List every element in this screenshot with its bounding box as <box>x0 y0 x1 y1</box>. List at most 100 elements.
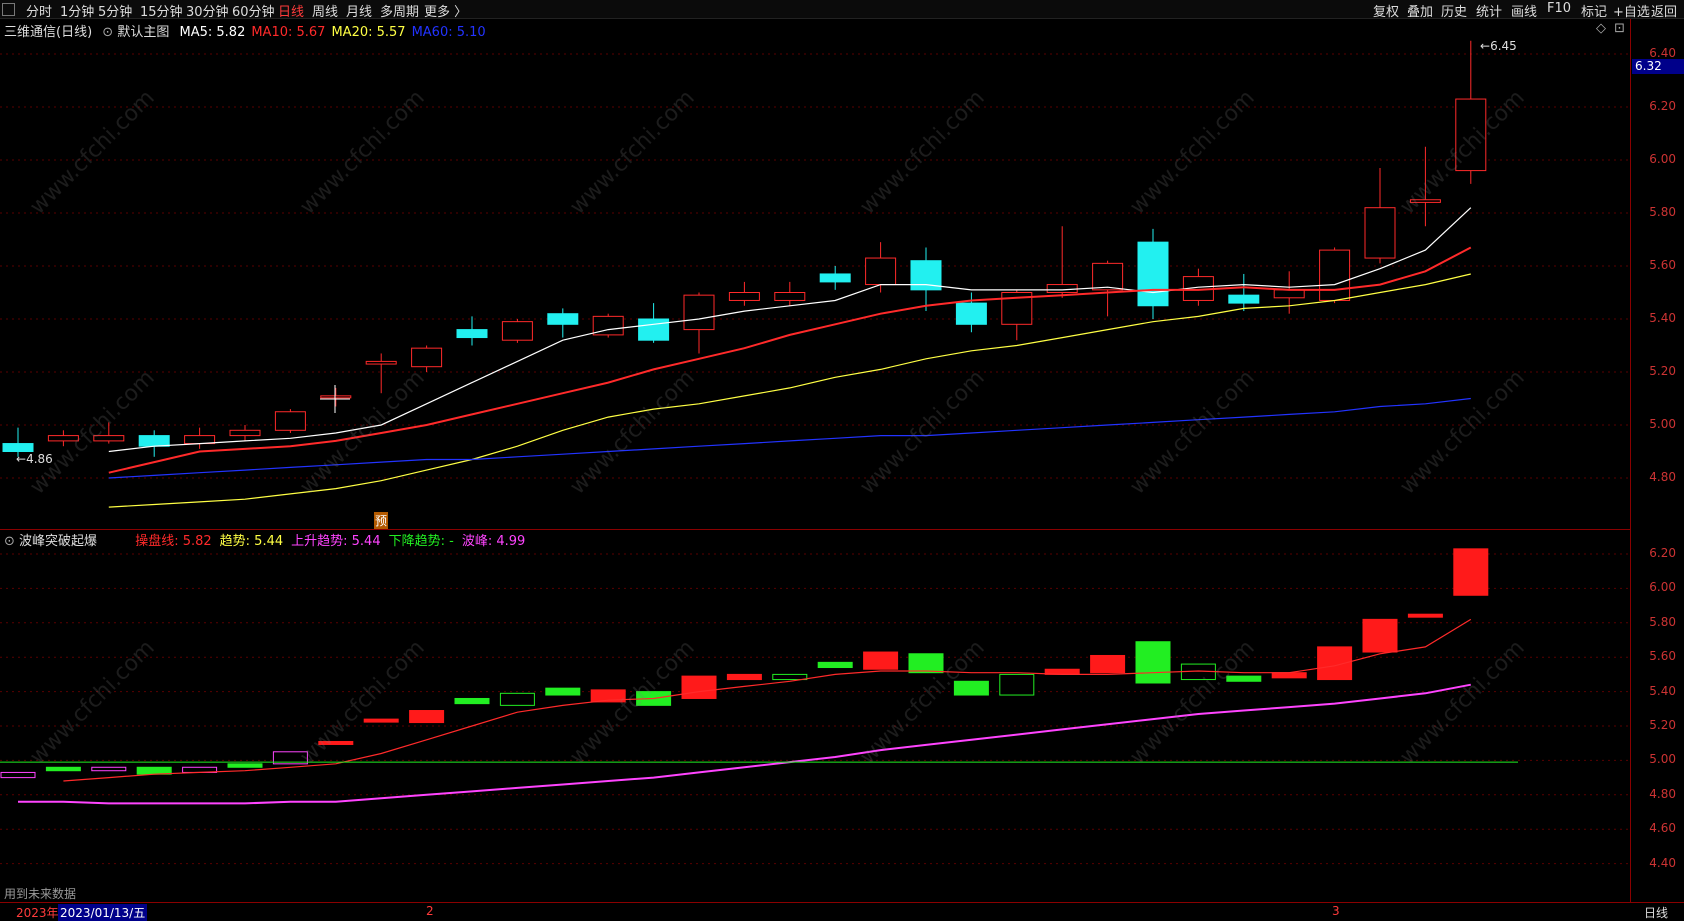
candle-body <box>501 321 533 341</box>
uptrend-line <box>18 683 1471 805</box>
candle-body <box>1228 294 1260 304</box>
candle-body <box>456 329 488 339</box>
indicator-bar <box>1135 641 1171 684</box>
y-tick-label: 6.00 <box>1649 152 1676 166</box>
candle-body <box>728 292 760 301</box>
stock-title: 三维通信(日线) <box>4 25 93 40</box>
indicator-bar <box>409 710 445 724</box>
candle-body <box>774 292 806 301</box>
candle-body <box>1046 284 1078 293</box>
future-data-note: 用到未来数据 <box>4 887 77 901</box>
y-tick-label: 5.80 <box>1649 614 1676 629</box>
y-tick-label: 5.40 <box>1649 311 1676 325</box>
settings-icon[interactable]: ⊙ <box>4 534 15 549</box>
indicator-bar <box>91 766 127 772</box>
indicator-bar <box>817 661 853 669</box>
ma-line-ma20 <box>108 273 1471 508</box>
ma-value: MA5: 5.82 <box>179 25 246 40</box>
year-label: 2023年 <box>16 906 59 920</box>
diamond-icon[interactable]: ◇ <box>1596 21 1606 36</box>
y-tick-label: 5.20 <box>1649 718 1676 732</box>
indicator-bar <box>681 675 717 699</box>
candle-body <box>1273 289 1305 299</box>
candle-body <box>638 318 670 341</box>
candle-body <box>320 395 352 399</box>
y-tick-label: 5.00 <box>1649 752 1676 767</box>
candle-body <box>865 257 897 286</box>
y-tick-label: 5.40 <box>1649 683 1676 698</box>
y-tick-label: 6.00 <box>1649 580 1676 595</box>
candle-body <box>955 302 987 325</box>
period-label[interactable]: 日线 <box>1644 904 1668 921</box>
y-tick-label: 6.20 <box>1649 546 1676 560</box>
indicator-value: 上升趋势: 5.44 <box>291 534 381 549</box>
indicator-bar <box>454 697 490 705</box>
y-tick-label: 5.80 <box>1649 205 1676 219</box>
candle-body <box>683 294 715 331</box>
settings-icon[interactable]: ⊙ <box>102 25 113 40</box>
candle-body <box>1092 262 1124 291</box>
high-marker: ←6.45 <box>1480 39 1517 53</box>
ma-value: MA60: 5.10 <box>411 25 486 40</box>
indicator-bar <box>863 651 899 670</box>
indicator-bar <box>45 766 81 772</box>
y-tick-label: 5.60 <box>1649 649 1676 664</box>
indicator-bar <box>772 673 808 681</box>
indicator-bar <box>1362 618 1398 653</box>
sub-info-line: ⊙ 波峰突破起爆 操盘线: 5.82 趋势: 5.44 上升趋势: 5.44 下降趋势… <box>4 530 533 549</box>
candle-body <box>1364 207 1396 259</box>
candle-body <box>1137 241 1169 307</box>
y-tick-label: 5.00 <box>1649 417 1676 431</box>
indicator-bar <box>227 763 263 768</box>
indicator-bar <box>318 740 354 745</box>
y-tick-label: 4.40 <box>1649 855 1676 870</box>
indicator-bar <box>999 673 1035 696</box>
low-marker: ←4.86 <box>16 452 53 466</box>
candle-body <box>138 435 170 447</box>
indicator-value: 操盘线: 5.82 <box>135 534 212 549</box>
indicator-bar <box>0 771 36 779</box>
y-tick-label: 5.20 <box>1649 364 1676 378</box>
ma-line-ma10 <box>108 246 1472 474</box>
yu-badge[interactable]: 预 <box>374 512 389 529</box>
month-label: 3 <box>1332 904 1340 918</box>
y-tick-label: 6.20 <box>1649 99 1676 113</box>
ma-value: MA10: 5.67 <box>251 25 326 40</box>
indicator-value: 趋势: 5.44 <box>219 534 284 549</box>
y-tick-label: 5.60 <box>1649 258 1676 272</box>
indicator-bar <box>545 687 581 696</box>
indicator-bar <box>363 718 399 723</box>
candle-body <box>1409 199 1441 203</box>
date-axis: 2023年 2023/01/13/五 2 3 日线 <box>0 902 1684 921</box>
ma-line-ma60 <box>108 397 1471 479</box>
ma-line-ma5 <box>108 207 1472 453</box>
y-tick-label: 4.80 <box>1649 470 1676 484</box>
y-tick-label: 6.40 <box>1649 46 1676 60</box>
candle-body <box>547 313 579 325</box>
y-tick-label: 4.60 <box>1649 821 1676 836</box>
candle-body <box>274 411 306 431</box>
indicator-bar <box>1090 654 1126 674</box>
y-tick-label: 4.80 <box>1649 786 1676 801</box>
maximize-icon[interactable]: ⊡ <box>1614 21 1625 36</box>
candle-body <box>47 435 79 442</box>
indicator-bar <box>1453 548 1489 596</box>
main-pane-controls: ◇ ⊡ <box>1596 21 1625 36</box>
template-label[interactable]: 默认主图 <box>117 25 169 40</box>
candle-body <box>2 443 34 452</box>
indicator-title[interactable]: 波峰突破起爆 <box>19 534 97 549</box>
indicator-value: 波峰: 4.99 <box>461 534 526 549</box>
ma-value: MA20: 5.57 <box>331 25 406 40</box>
cursor-date: 2023/01/13/五 <box>58 904 148 921</box>
indicator-bar <box>1226 675 1262 682</box>
indicator-bar <box>499 692 535 706</box>
indicator-bar <box>953 680 989 696</box>
candle-body <box>819 273 851 283</box>
indicator-value: 下降趋势: - <box>388 534 454 549</box>
main-info-line: 三维通信(日线) ⊙ 默认主图 MA5: 5.82 MA10: 5.67 MA20:… <box>4 21 486 40</box>
indicator-bar <box>908 653 944 674</box>
candle-body <box>184 435 216 445</box>
current-price-tag: 6.32 <box>1632 59 1684 74</box>
month-label: 2 <box>426 904 434 918</box>
candle-body <box>229 429 261 437</box>
